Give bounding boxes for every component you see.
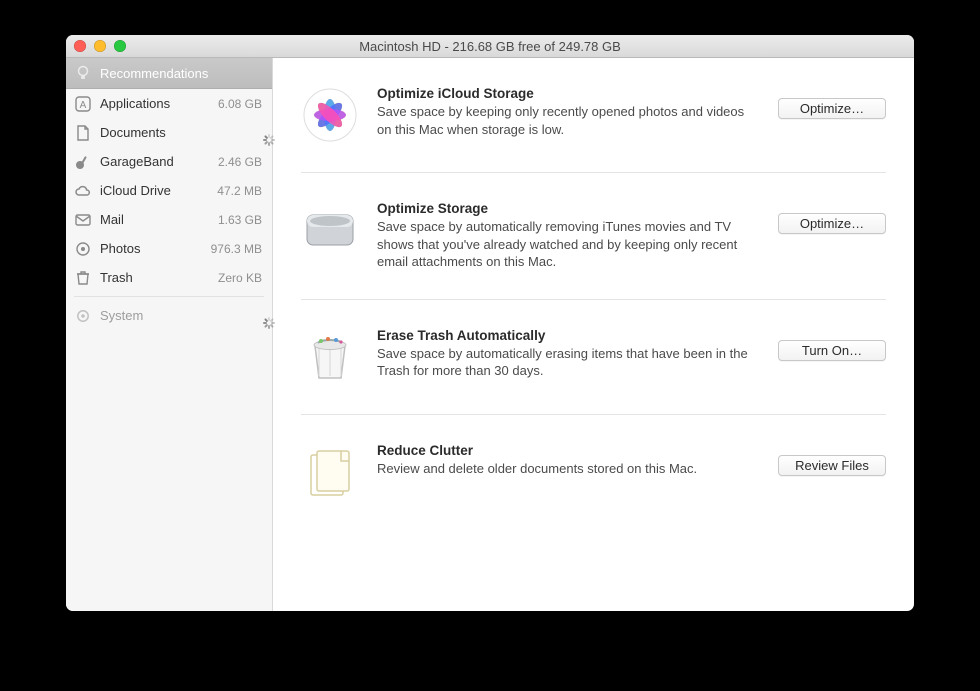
section-description: Save space by keeping only recently open… bbox=[377, 103, 760, 138]
window-body: Recommendations Applications 6.08 GB Docum… bbox=[66, 58, 914, 611]
mail-icon bbox=[74, 211, 92, 229]
window-title: Macintosh HD - 216.68 GB free of 249.78 … bbox=[359, 39, 621, 54]
photos-app-icon bbox=[301, 86, 359, 144]
trash-big-icon bbox=[301, 328, 359, 386]
section-action: Review Files bbox=[778, 443, 886, 476]
section-text: Reduce Clutter Review and delete older do… bbox=[377, 443, 760, 478]
apps-icon bbox=[74, 95, 92, 113]
sidebar-item-icloud-drive[interactable]: iCloud Drive 47.2 MB bbox=[66, 176, 272, 205]
sidebar-item-label: Photos bbox=[100, 241, 198, 256]
section-title: Reduce Clutter bbox=[377, 443, 760, 458]
sidebar-item-size: Zero KB bbox=[206, 271, 262, 285]
section-action: Turn On… bbox=[778, 328, 886, 361]
sidebar-item-trash[interactable]: Trash Zero KB bbox=[66, 263, 272, 292]
section-action: Optimize… bbox=[778, 201, 886, 234]
sidebar-item-label: Trash bbox=[100, 270, 198, 285]
sidebar-item-documents[interactable]: Documents bbox=[66, 118, 272, 147]
window-controls bbox=[74, 40, 126, 52]
section-text: Optimize Storage Save space by automatica… bbox=[377, 201, 760, 271]
sidebar-item-garageband[interactable]: GarageBand 2.46 GB bbox=[66, 147, 272, 176]
section-trash-auto: Erase Trash Automatically Save space by a… bbox=[301, 300, 886, 415]
optimize-storage-button[interactable]: Optimize… bbox=[778, 213, 886, 234]
section-text: Optimize iCloud Storage Save space by kee… bbox=[377, 86, 760, 138]
sidebar-item-label: iCloud Drive bbox=[100, 183, 198, 198]
sidebar-item-size: 2.46 GB bbox=[206, 155, 262, 169]
photos-icon bbox=[74, 240, 92, 258]
storage-management-window: Macintosh HD - 216.68 GB free of 249.78 … bbox=[66, 35, 914, 611]
sidebar-item-label: GarageBand bbox=[100, 154, 198, 169]
sidebar-item-size: 976.3 MB bbox=[206, 242, 262, 256]
section-optimize-storage: Optimize Storage Save space by automatica… bbox=[301, 173, 886, 300]
section-clutter: Reduce Clutter Review and delete older do… bbox=[301, 415, 886, 541]
icloud-button[interactable]: Optimize… bbox=[778, 98, 886, 119]
close-window-button[interactable] bbox=[74, 40, 86, 52]
sidebar-item-applications[interactable]: Applications 6.08 GB bbox=[66, 89, 272, 118]
main-content: Optimize iCloud Storage Save space by kee… bbox=[273, 58, 914, 611]
sidebar-separator bbox=[74, 296, 264, 297]
sidebar-item-label: System bbox=[100, 308, 198, 323]
section-text: Erase Trash Automatically Save space by a… bbox=[377, 328, 760, 380]
minimize-window-button[interactable] bbox=[94, 40, 106, 52]
sidebar-item-size: 6.08 GB bbox=[206, 97, 262, 111]
section-icloud: Optimize iCloud Storage Save space by kee… bbox=[301, 58, 886, 173]
doc-icon bbox=[74, 124, 92, 142]
trash-icon bbox=[74, 269, 92, 287]
folder-docs-icon bbox=[301, 443, 359, 501]
sidebar-item-photos[interactable]: Photos 976.3 MB bbox=[66, 234, 272, 263]
cloud-icon bbox=[74, 182, 92, 200]
sidebar-item-size: 1.63 GB bbox=[206, 213, 262, 227]
sidebar-header-label: Recommendations bbox=[100, 66, 262, 81]
section-description: Review and delete older documents stored… bbox=[377, 460, 760, 478]
titlebar[interactable]: Macintosh HD - 216.68 GB free of 249.78 … bbox=[66, 35, 914, 58]
sidebar-item-recommendations[interactable]: Recommendations bbox=[66, 58, 272, 89]
sidebar-item-system[interactable]: System bbox=[66, 301, 272, 330]
section-title: Optimize Storage bbox=[377, 201, 760, 216]
section-title: Optimize iCloud Storage bbox=[377, 86, 760, 101]
sidebar-item-mail[interactable]: Mail 1.63 GB bbox=[66, 205, 272, 234]
sidebar-item-size: 47.2 MB bbox=[206, 184, 262, 198]
trash-auto-button[interactable]: Turn On… bbox=[778, 340, 886, 361]
clutter-button[interactable]: Review Files bbox=[778, 455, 886, 476]
sidebar: Recommendations Applications 6.08 GB Docum… bbox=[66, 58, 273, 611]
sidebar-item-label: Applications bbox=[100, 96, 198, 111]
sidebar-item-label: Mail bbox=[100, 212, 198, 227]
section-description: Save space by automatically removing iTu… bbox=[377, 218, 760, 271]
lightbulb-icon bbox=[74, 64, 92, 82]
sidebar-item-label: Documents bbox=[100, 125, 198, 140]
section-description: Save space by automatically erasing item… bbox=[377, 345, 760, 380]
guitar-icon bbox=[74, 153, 92, 171]
hdd-icon bbox=[301, 201, 359, 259]
section-action: Optimize… bbox=[778, 86, 886, 119]
zoom-window-button[interactable] bbox=[114, 40, 126, 52]
gear-icon bbox=[74, 307, 92, 325]
section-title: Erase Trash Automatically bbox=[377, 328, 760, 343]
